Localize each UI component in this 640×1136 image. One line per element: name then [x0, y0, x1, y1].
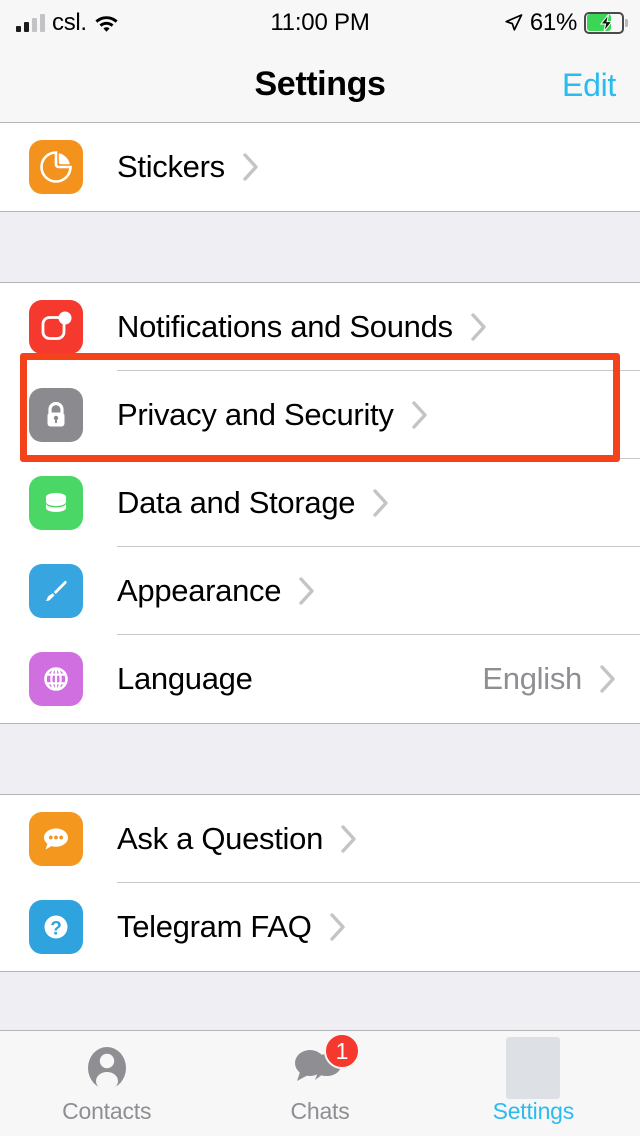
status-bar: csl. 11:00 PM 61%	[0, 0, 640, 45]
tab-chats[interactable]: 1 Chats	[213, 1031, 426, 1136]
settings-row-data-and-storage[interactable]: Data and Storage	[0, 459, 640, 547]
edit-button[interactable]: Edit	[562, 67, 616, 104]
battery-charging-icon	[584, 11, 628, 34]
chevron-right-icon	[299, 577, 315, 605]
location-arrow-icon	[504, 13, 523, 32]
settings-row-label: Telegram FAQ	[117, 909, 312, 944]
lock-icon	[29, 388, 83, 442]
tab-label: Contacts	[62, 1098, 152, 1124]
person-icon	[76, 1042, 138, 1094]
settings-row-privacy-and-security[interactable]: Privacy and Security	[0, 371, 640, 459]
settings-group-stickers: Stickers	[0, 123, 640, 212]
battery-percent-label: 61%	[529, 8, 577, 36]
paintbrush-icon	[29, 564, 83, 618]
tab-settings[interactable]: Settings	[427, 1031, 640, 1136]
settings-row-label: Appearance	[117, 573, 282, 608]
globe-icon	[29, 652, 83, 706]
tab-contacts[interactable]: Contacts	[0, 1031, 213, 1136]
navigation-bar: Settings Edit	[0, 45, 640, 123]
settings-row-label: Notifications and Sounds	[117, 309, 453, 344]
settings-row-notifications-and-sounds[interactable]: Notifications and Sounds	[0, 283, 640, 371]
status-bar-clock: 11:00 PM	[270, 8, 370, 36]
settings-gear-icon	[502, 1037, 564, 1099]
section-gap	[0, 724, 640, 794]
settings-row-telegram-faq[interactable]: ? Telegram FAQ	[0, 883, 640, 971]
settings-row-label: Language	[117, 661, 253, 696]
settings-row-appearance[interactable]: Appearance	[0, 547, 640, 635]
tab-bar: Contacts 1 Chats Settings	[0, 1030, 640, 1136]
notification-bell-icon	[29, 300, 83, 354]
chevron-right-icon	[341, 825, 357, 853]
settings-group-preferences: Notifications and Sounds Privacy and Sec…	[0, 282, 640, 724]
phone-screen: csl. 11:00 PM 61% Settings Edit Stickers…	[0, 0, 640, 1136]
chevron-right-icon	[243, 153, 259, 181]
chat-bubble-icon	[29, 812, 83, 866]
settings-list[interactable]: Stickers Notifications and Sounds Privac…	[0, 123, 640, 1042]
tab-label: Chats	[290, 1098, 350, 1124]
settings-row-label: Privacy and Security	[117, 397, 394, 432]
question-mark-icon: ?	[29, 900, 83, 954]
chevron-right-icon	[411, 401, 428, 429]
section-gap	[0, 212, 640, 282]
tab-label: Settings	[492, 1098, 575, 1124]
chevron-right-icon	[600, 665, 616, 693]
settings-row-label: Ask a Question	[117, 821, 324, 856]
settings-row-ask-a-question[interactable]: Ask a Question	[0, 795, 640, 883]
settings-row-label: Stickers	[117, 149, 225, 184]
settings-row-value: English	[482, 661, 582, 696]
svg-text:?: ?	[50, 919, 62, 940]
settings-row-language[interactable]: Language English	[0, 635, 640, 723]
settings-row-label: Data and Storage	[117, 485, 356, 520]
database-icon	[29, 476, 83, 530]
chevron-right-icon	[329, 913, 346, 941]
status-bar-right: 61%	[504, 0, 628, 45]
page-title: Settings	[254, 65, 386, 103]
chevron-right-icon	[471, 313, 487, 341]
chats-unread-badge: 1	[323, 1033, 360, 1069]
sticker-icon	[29, 140, 83, 194]
chevron-right-icon	[373, 489, 389, 517]
settings-group-help: Ask a Question ? Telegram FAQ	[0, 794, 640, 972]
settings-row-stickers[interactable]: Stickers	[0, 123, 640, 211]
